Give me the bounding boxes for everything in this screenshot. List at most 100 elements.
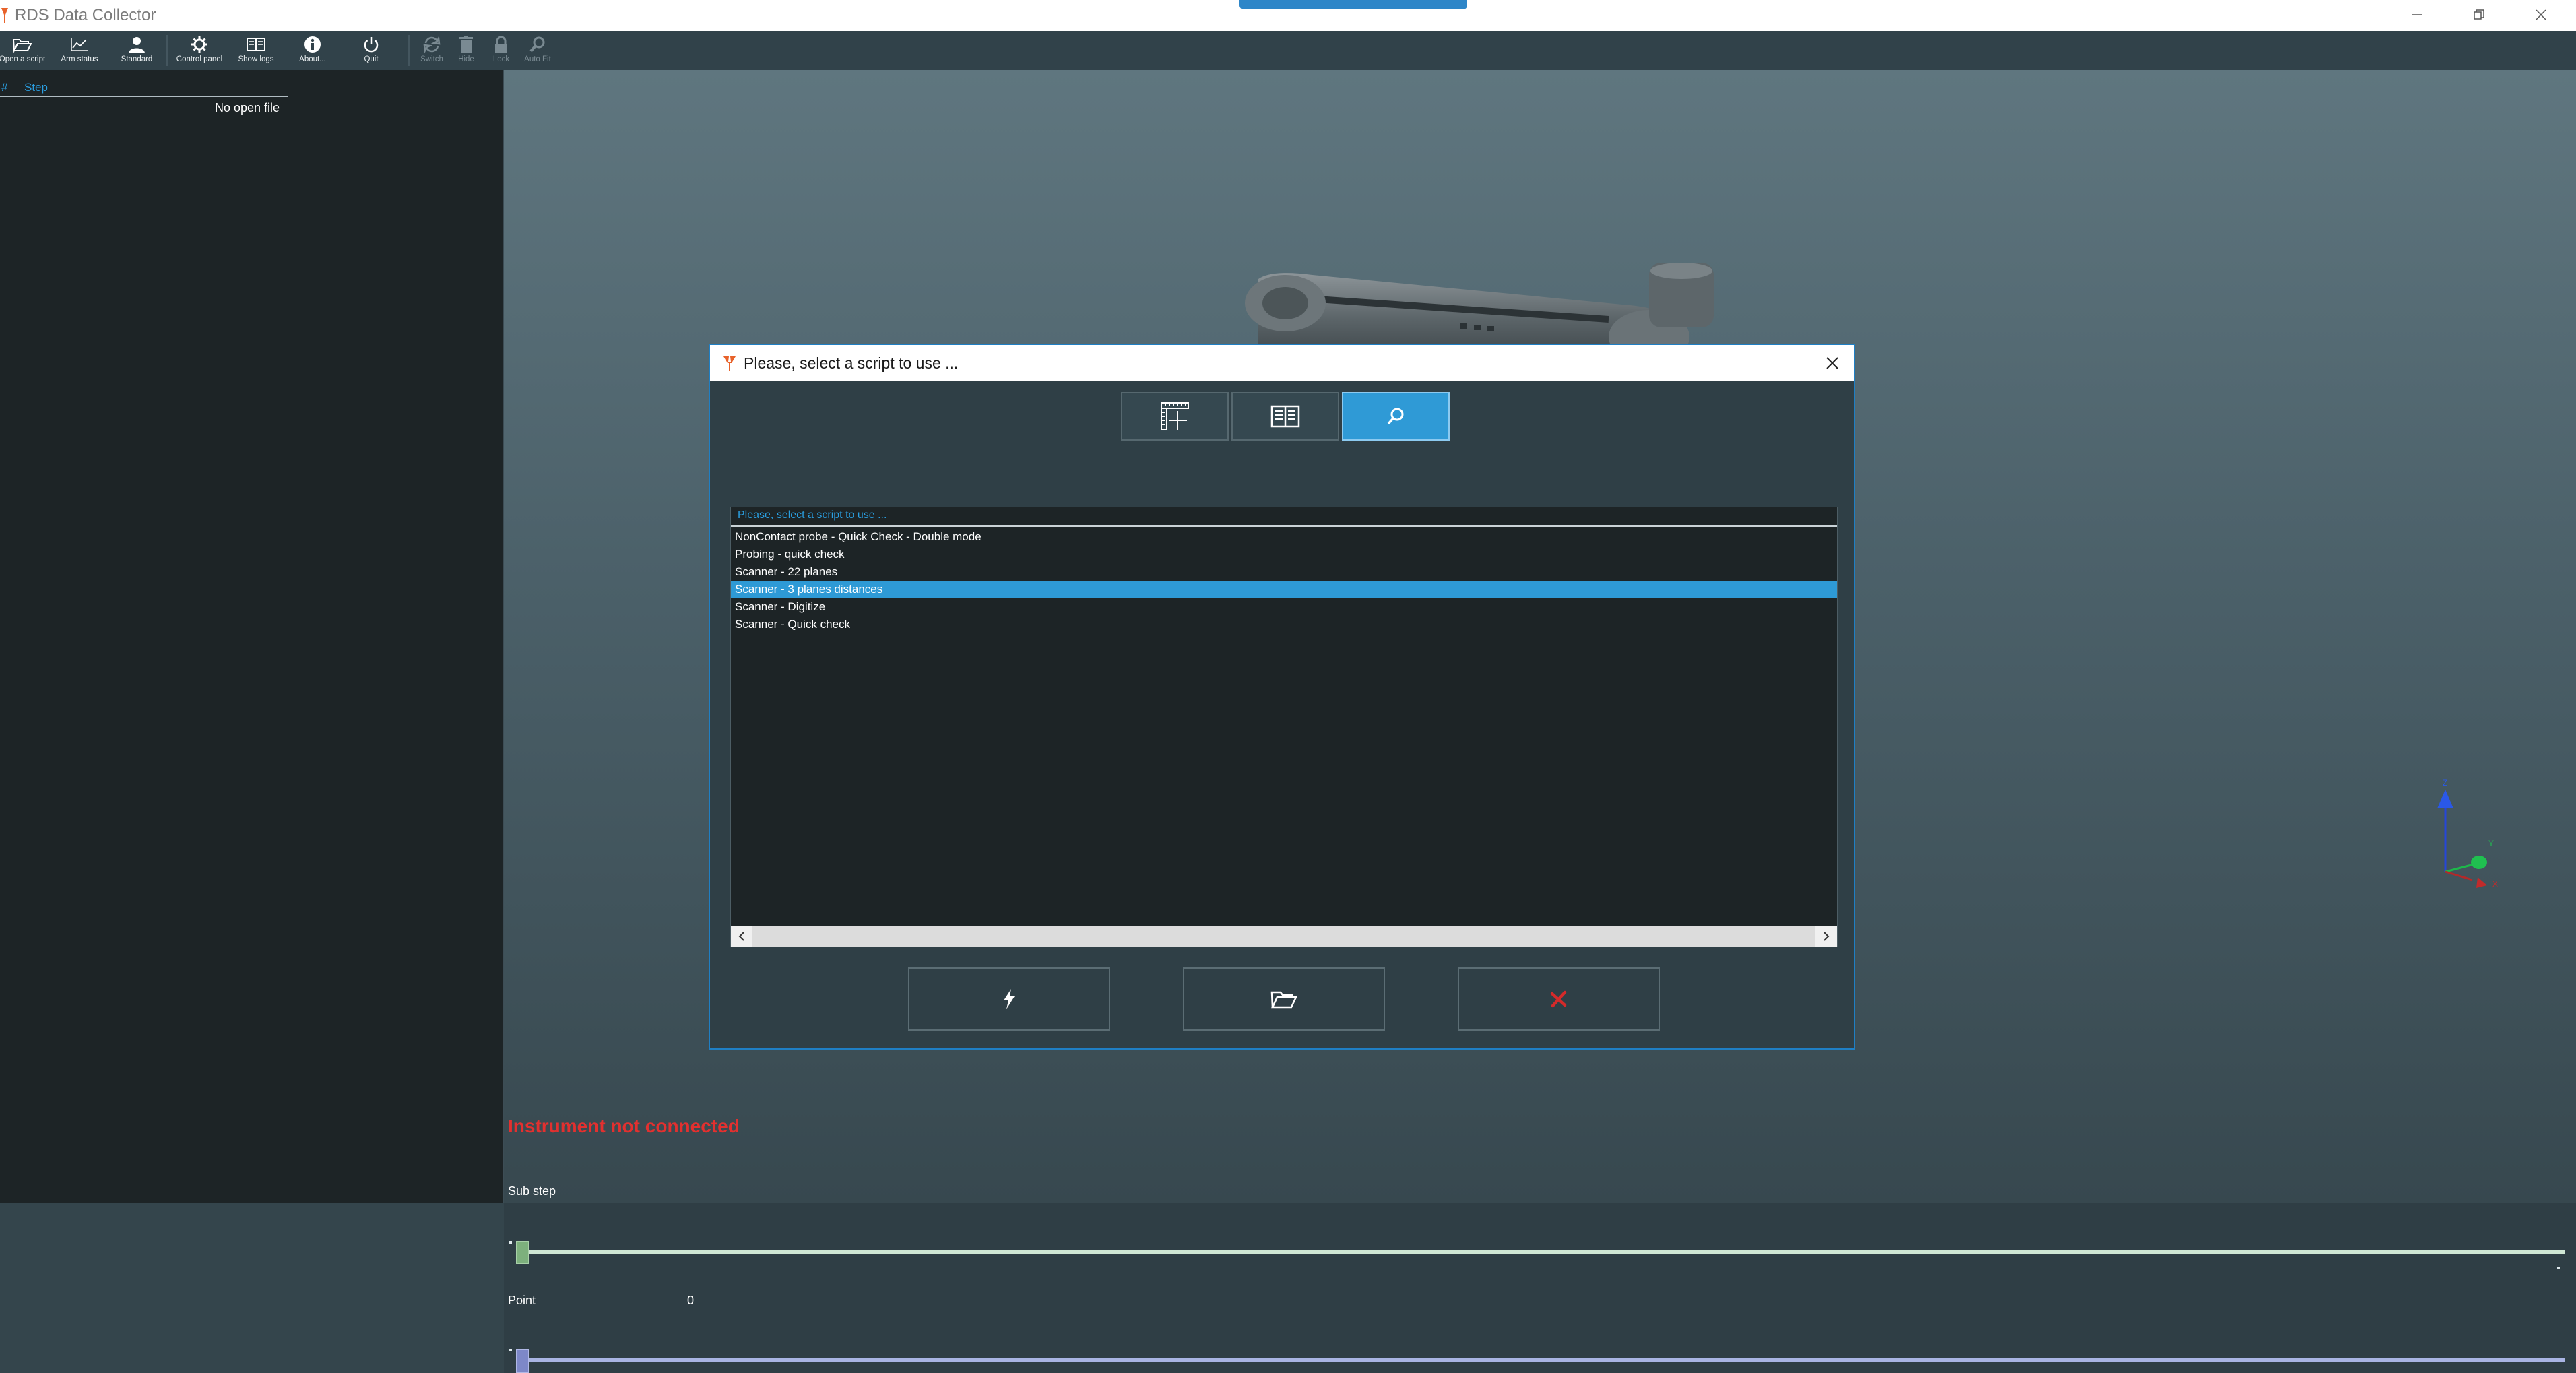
script-list-items: NonContact probe - Quick Check - Double … (731, 528, 1837, 633)
left-bottom-bar (0, 1203, 504, 1373)
minimize-button[interactable] (2386, 0, 2448, 30)
chevron-right-icon (1824, 932, 1830, 941)
app-logo-icon (723, 356, 736, 371)
switch-label: Switch (420, 55, 443, 63)
auto-fit-button[interactable]: Auto Fit (519, 34, 556, 69)
instrument-status-message: Instrument not connected (508, 1116, 740, 1137)
lock-button[interactable]: Lock (485, 34, 517, 69)
trash-icon (459, 36, 473, 53)
restore-icon (2474, 9, 2484, 20)
script-list-item[interactable]: Scanner - Digitize (731, 598, 1837, 616)
empty-steps-message: No open file (214, 101, 280, 115)
open-script-label: Open a script (0, 55, 46, 63)
control-panel-button[interactable]: Control panel (171, 34, 228, 69)
script-list-item[interactable]: Probing - quick check (731, 546, 1837, 563)
folder-open-icon (12, 39, 32, 53)
script-list[interactable]: Please, select a script to use ... NonCo… (730, 507, 1838, 947)
ruler-icon (1161, 402, 1189, 430)
info-icon (304, 36, 321, 53)
scroll-left-button[interactable] (731, 926, 752, 947)
sub-step-slider-track[interactable] (521, 1250, 2565, 1254)
open-script-button[interactable]: Open a script (0, 34, 46, 69)
script-list-item[interactable]: Scanner - Quick check (731, 616, 1837, 633)
steps-panel: # Step No open file (0, 70, 504, 1203)
browse-folder-button[interactable] (1183, 967, 1385, 1031)
x-axis-label: X (2492, 879, 2498, 889)
script-list-divider (731, 525, 1837, 527)
horizontal-scrollbar[interactable] (731, 926, 1837, 947)
switch-button[interactable]: Switch (414, 34, 450, 69)
taskbar-preview-strip (1239, 0, 1467, 9)
app-logo-icon (1, 8, 8, 23)
script-list-item[interactable]: Scanner - 22 planes (731, 563, 1837, 581)
window-title: RDS Data Collector (15, 6, 156, 24)
lightning-icon (1004, 989, 1015, 1009)
point-start-marker (509, 1349, 512, 1351)
control-panel-label: Control panel (176, 55, 223, 63)
mode-measure-button[interactable] (1121, 392, 1229, 441)
toolbar-separator (408, 35, 410, 66)
power-icon (364, 37, 379, 53)
auto-fit-label: Auto Fit (524, 55, 551, 63)
gear-icon (191, 36, 207, 53)
cancel-button[interactable] (1458, 967, 1660, 1031)
book-icon (1270, 405, 1300, 428)
hide-button[interactable]: Hide (450, 34, 482, 69)
script-list-item[interactable]: Scanner - 3 planes distances (731, 581, 1837, 598)
scroll-right-button[interactable] (1815, 926, 1837, 947)
folder-icon (1270, 991, 1297, 1009)
toolbar-separator (166, 35, 168, 66)
sub-step-label: Sub step (508, 1184, 556, 1198)
close-icon (2536, 9, 2546, 20)
show-logs-label: Show logs (238, 55, 274, 63)
dialog-close-button[interactable] (1817, 349, 1847, 377)
user-icon (129, 37, 145, 53)
toolbar: Open a script Arm status Standard Contro… (0, 31, 2576, 70)
column-header-step[interactable]: Step (24, 81, 48, 94)
script-list-placeholder: Please, select a script to use ... (738, 509, 887, 521)
chevron-left-icon (738, 932, 744, 941)
zoom-icon (529, 36, 545, 53)
axis-triad: Z Y X (2437, 778, 2498, 889)
quit-button[interactable]: Quit (348, 34, 395, 69)
arm-status-button[interactable]: Arm status (54, 34, 105, 69)
run-script-button[interactable] (908, 967, 1110, 1031)
z-axis-label: Z (2443, 778, 2447, 788)
point-value: 0 (687, 1294, 695, 1307)
script-list-item[interactable]: NonContact probe - Quick Check - Double … (731, 528, 1837, 546)
standard-label: Standard (121, 55, 153, 63)
standard-button[interactable]: Standard (115, 34, 159, 69)
hide-label: Hide (458, 55, 474, 63)
dialog-title-bar: Please, select a script to use ... (710, 345, 1854, 381)
sub-step-end-marker (2557, 1267, 2560, 1269)
dialog-title: Please, select a script to use ... (744, 354, 959, 372)
steps-table-header: # Step (0, 77, 288, 97)
lock-label: Lock (492, 55, 510, 63)
point-slider-thumb[interactable] (516, 1349, 529, 1373)
switch-icon (423, 35, 441, 54)
sub-step-start-marker (509, 1241, 512, 1244)
quit-label: Quit (364, 55, 379, 63)
mode-search-button[interactable] (1342, 392, 1450, 441)
about-button[interactable]: About... (288, 34, 337, 69)
close-icon (1826, 357, 1838, 369)
y-axis-label: Y (2488, 839, 2494, 848)
column-header-number[interactable]: # (1, 81, 7, 94)
logs-icon (247, 38, 265, 51)
cancel-x-icon (1550, 990, 1567, 1008)
about-label: About... (299, 55, 326, 63)
restore-button[interactable] (2448, 0, 2510, 30)
point-slider-track[interactable] (521, 1358, 2565, 1362)
point-label: Point (508, 1294, 536, 1307)
minimize-icon (2412, 14, 2422, 15)
close-window-button[interactable] (2510, 0, 2572, 30)
chart-icon (71, 38, 88, 51)
lock-icon (495, 36, 507, 53)
title-bar: RDS Data Collector (0, 0, 2576, 32)
arm-status-label: Arm status (61, 55, 98, 63)
search-icon (1387, 408, 1404, 425)
select-script-dialog: Please, select a script to use ... Pleas… (709, 344, 1855, 1050)
show-logs-button[interactable]: Show logs (232, 34, 280, 69)
mode-catalog-button[interactable] (1231, 392, 1339, 441)
sub-step-slider-thumb[interactable] (516, 1241, 529, 1264)
